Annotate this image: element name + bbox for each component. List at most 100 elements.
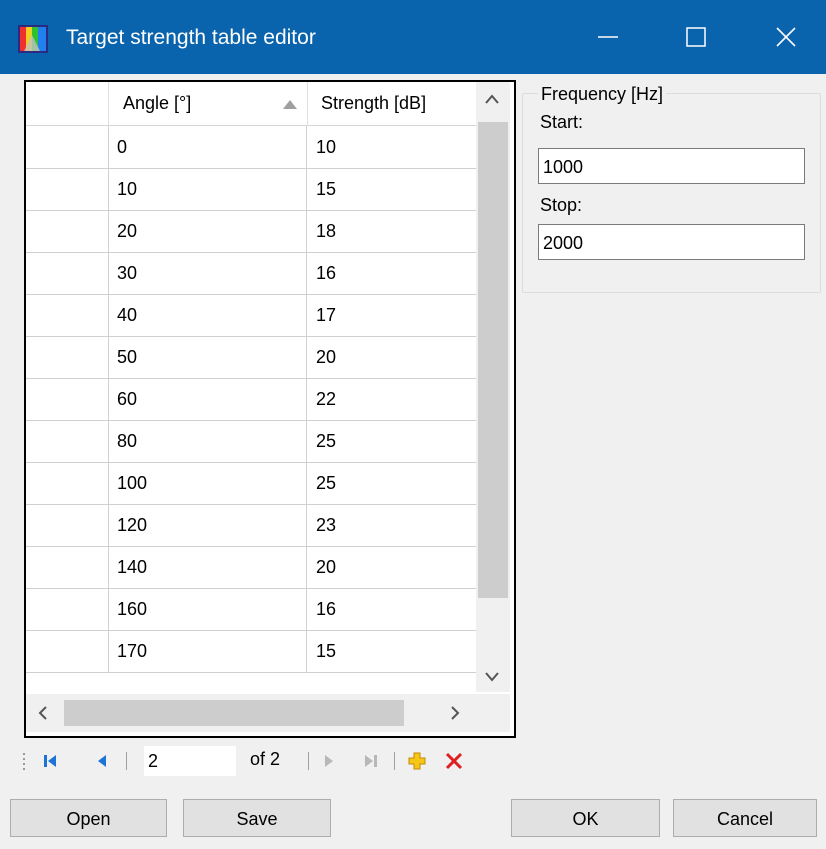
open-button[interactable]: Open: [10, 799, 167, 837]
delete-button[interactable]: [444, 742, 464, 780]
count-label: of 2: [250, 749, 281, 769]
toolbar-separator: [126, 752, 127, 770]
position-input[interactable]: 2: [144, 746, 236, 776]
strength-cell[interactable]: 22: [308, 378, 476, 420]
close-button[interactable]: [752, 0, 820, 74]
delete-icon: [445, 752, 463, 770]
toolbar-grip-icon: [23, 753, 25, 770]
strength-cell[interactable]: 15: [308, 630, 476, 672]
toolbar-separator: [394, 752, 395, 770]
angle-cell[interactable]: 120: [109, 504, 307, 546]
strength-cell[interactable]: 25: [308, 420, 476, 462]
table-row[interactable]: 160 16: [26, 588, 476, 631]
angle-cell[interactable]: 140: [109, 546, 307, 588]
angle-cell[interactable]: 160: [109, 588, 307, 630]
strength-cell[interactable]: 15: [308, 168, 476, 210]
strength-cell[interactable]: 16: [308, 588, 476, 630]
cancel-button[interactable]: Cancel: [673, 799, 817, 837]
table-row[interactable]: 20 18: [26, 210, 476, 253]
toolbar-separator: [308, 752, 309, 770]
move-first-icon: [44, 755, 56, 767]
stop-label: Stop:: [540, 195, 583, 215]
angle-cell[interactable]: 10: [109, 168, 307, 210]
row-header-corner: [26, 82, 109, 126]
table-row[interactable]: 50 20: [26, 336, 476, 379]
column-header-strength[interactable]: Strength [dB]: [308, 82, 476, 126]
frequency-group-label: Frequency [Hz]: [538, 84, 667, 105]
table-row[interactable]: 100 25: [26, 462, 476, 505]
angle-cell[interactable]: 30: [109, 252, 307, 294]
title-bar: Target strength table editor: [0, 0, 826, 74]
move-last-button[interactable]: [363, 742, 379, 780]
save-button[interactable]: Save: [183, 799, 331, 837]
row-header-cell[interactable]: [26, 630, 109, 672]
table-row[interactable]: 40 17: [26, 294, 476, 337]
column-header-strength-label: Strength [dB]: [321, 93, 427, 113]
table-row[interactable]: 10 15: [26, 168, 476, 211]
strength-cell[interactable]: 20: [308, 336, 476, 378]
horizontal-scrollbar[interactable]: [26, 694, 476, 732]
add-icon: [408, 752, 426, 770]
table-row[interactable]: 60 22: [26, 378, 476, 421]
move-next-icon: [325, 755, 333, 767]
table-row[interactable]: 170 15: [26, 630, 476, 673]
angle-cell[interactable]: 20: [109, 210, 307, 252]
row-header-cell[interactable]: [26, 336, 109, 378]
minimize-button[interactable]: [574, 0, 642, 74]
binding-navigator: 2 of 2: [16, 742, 822, 780]
row-header-cell[interactable]: [26, 252, 109, 294]
row-header-cell[interactable]: [26, 378, 109, 420]
strength-cell[interactable]: 18: [308, 210, 476, 252]
data-grid[interactable]: Angle [°] Strength [dB] 0 10 10 15 20 18 30 16 4…: [24, 80, 516, 738]
scroll-down-icon[interactable]: [485, 672, 499, 682]
angle-cell[interactable]: 100: [109, 462, 307, 504]
row-header-cell[interactable]: [26, 588, 109, 630]
angle-cell[interactable]: 40: [109, 294, 307, 336]
sort-ascending-icon: [283, 100, 297, 109]
angle-cell[interactable]: 0: [109, 126, 307, 168]
column-header-angle[interactable]: Angle [°]: [109, 82, 308, 126]
row-header-cell[interactable]: [26, 126, 109, 168]
row-header-cell[interactable]: [26, 504, 109, 546]
table-row[interactable]: 140 20: [26, 546, 476, 589]
angle-cell[interactable]: 60: [109, 378, 307, 420]
row-header-cell[interactable]: [26, 294, 109, 336]
strength-cell[interactable]: 23: [308, 504, 476, 546]
start-frequency-input[interactable]: 1000: [538, 148, 805, 184]
move-first-button[interactable]: [42, 742, 58, 780]
move-previous-button[interactable]: [96, 742, 108, 780]
angle-cell[interactable]: 50: [109, 336, 307, 378]
start-label: Start:: [540, 112, 584, 132]
row-header-cell[interactable]: [26, 210, 109, 252]
scroll-left-icon[interactable]: [38, 706, 48, 720]
table-row[interactable]: 80 25: [26, 420, 476, 463]
row-header-cell[interactable]: [26, 168, 109, 210]
move-last-icon: [365, 755, 377, 767]
angle-cell[interactable]: 80: [109, 420, 307, 462]
minimize-icon: [598, 36, 618, 38]
maximize-button[interactable]: [662, 0, 730, 74]
strength-cell[interactable]: 17: [308, 294, 476, 336]
strength-cell[interactable]: 20: [308, 546, 476, 588]
stop-frequency-input[interactable]: 2000: [538, 224, 805, 260]
ok-button[interactable]: OK: [511, 799, 660, 837]
move-previous-icon: [98, 755, 106, 767]
row-header-cell[interactable]: [26, 420, 109, 462]
table-row[interactable]: 0 10: [26, 126, 476, 169]
strength-cell[interactable]: 16: [308, 252, 476, 294]
table-row[interactable]: 30 16: [26, 252, 476, 295]
scroll-up-icon[interactable]: [485, 94, 499, 104]
vertical-scrollbar[interactable]: [476, 82, 510, 692]
move-next-button[interactable]: [323, 742, 335, 780]
row-header-cell[interactable]: [26, 462, 109, 504]
strength-cell[interactable]: 25: [308, 462, 476, 504]
scroll-right-icon[interactable]: [450, 706, 460, 720]
vertical-scroll-thumb[interactable]: [478, 122, 508, 598]
angle-cell[interactable]: 170: [109, 630, 307, 672]
table-row[interactable]: 120 23: [26, 504, 476, 547]
horizontal-scroll-thumb[interactable]: [64, 700, 404, 726]
column-header-angle-label: Angle [°]: [123, 93, 192, 113]
add-new-button[interactable]: [407, 742, 427, 780]
strength-cell[interactable]: 10: [308, 126, 476, 168]
row-header-cell[interactable]: [26, 546, 109, 588]
